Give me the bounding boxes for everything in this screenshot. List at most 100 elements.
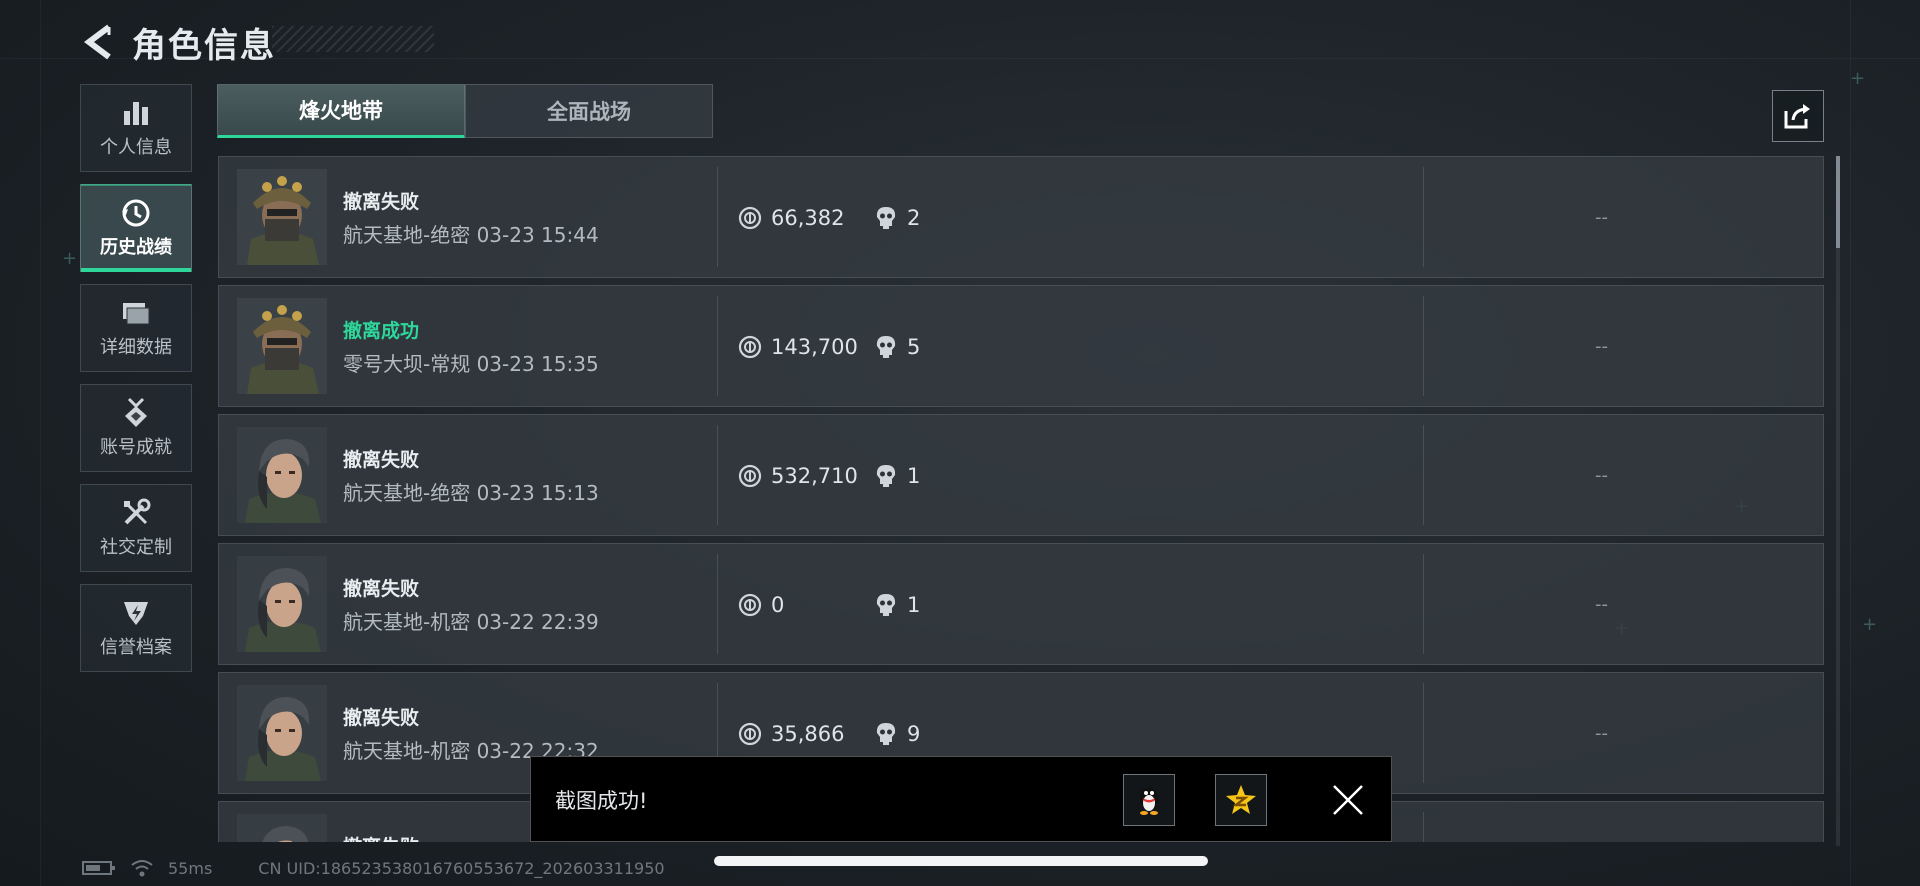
battery-icon — [82, 861, 115, 875]
operator-avatar — [237, 298, 327, 394]
extra-info: -- — [1595, 336, 1608, 357]
sidebar-item-label: 历史战绩 — [100, 237, 172, 258]
column-divider — [1423, 425, 1424, 525]
skull-icon — [873, 463, 899, 489]
kill-stat: 2 — [873, 205, 920, 231]
value-stat: 143,700 — [737, 334, 858, 360]
match-history-list: 撤离失败 航天基地-绝密 03-23 15:44 66,382 2 -- 撤离成功 零号大坝… — [218, 156, 1824, 842]
sidebar-item-personal-info[interactable]: 个人信息 — [80, 84, 192, 172]
ping-value: 55ms — [168, 858, 213, 878]
extraction-status: 撤离失败 — [343, 191, 420, 213]
status-footer: 55ms CN UID:18652353801676055367​2_20260… — [82, 856, 665, 880]
home-indicator[interactable] — [714, 856, 1208, 866]
share-button[interactable] — [1772, 90, 1824, 142]
medal-icon — [120, 397, 152, 429]
mode-tabs: 烽火地带 全面战场 — [217, 84, 713, 138]
value-stat: 66,382 — [737, 205, 844, 231]
uid-text: CN UID:18652353801676055367​2_2026033119… — [258, 858, 665, 878]
match-record-row[interactable]: 撤离失败航天基地-机密 03-22 22:39 0 1 -- — [218, 543, 1824, 665]
operator-avatar — [237, 685, 327, 781]
qzone-star-icon — [1226, 785, 1256, 814]
value-amount: 66,382 — [771, 206, 845, 230]
coin-icon — [737, 205, 763, 231]
skull-icon — [873, 592, 899, 618]
match-record-row[interactable]: 撤离成功 零号大坝-常规 03-23 15:35 143,700 5 -- — [218, 285, 1824, 407]
kill-count: 1 — [907, 464, 921, 488]
extra-info: -- — [1595, 594, 1608, 615]
sidebar-item-history[interactable]: 历史战绩 — [80, 184, 192, 272]
operator-avatar — [237, 556, 327, 652]
tab-full-battlefield[interactable]: 全面战场 — [465, 84, 713, 138]
history-clock-icon — [120, 197, 152, 229]
back-button[interactable] — [78, 22, 118, 62]
coin-icon — [737, 592, 763, 618]
column-divider — [717, 167, 718, 267]
extra-info: -- — [1595, 723, 1608, 744]
share-icon — [1784, 104, 1810, 129]
scrollbar[interactable] — [1836, 156, 1840, 846]
share-qq-button[interactable] — [1123, 774, 1175, 826]
column-divider — [1423, 812, 1424, 842]
sidebar-item-social[interactable]: 社交定制 — [80, 484, 192, 572]
back-arrow-icon — [84, 24, 111, 60]
page-title: 角色信息 — [132, 25, 276, 66]
shield-badge-icon — [120, 597, 152, 629]
close-icon — [1333, 785, 1363, 815]
match-time: 03-22 22:39 — [476, 610, 599, 634]
skull-icon — [873, 721, 899, 747]
map-and-time: 航天基地-绝密 03-23 15:44 — [343, 219, 599, 248]
column-divider — [717, 296, 718, 396]
tools-icon — [120, 497, 152, 529]
sidebar-item-reputation[interactable]: 信誉档案 — [80, 584, 192, 672]
match-time: 03-23 15:35 — [476, 352, 599, 376]
extra-info: -- — [1595, 465, 1608, 486]
column-divider — [717, 425, 718, 525]
map-name: 航天基地-绝密 — [343, 223, 471, 247]
sidebar-item-detail-data[interactable]: 详细数据 — [80, 284, 192, 372]
match-time: 03-23 15:44 — [476, 223, 599, 247]
extra-info: -- — [1595, 207, 1608, 228]
extraction-status: 撤离失败 — [343, 578, 420, 600]
toast-close-button[interactable] — [1327, 779, 1369, 821]
column-divider — [1423, 683, 1424, 783]
value-amount: 35,866 — [771, 722, 845, 746]
sidebar-item-label: 信誉档案 — [100, 637, 172, 658]
skull-icon — [873, 205, 899, 231]
extraction-status: 撤离失败 — [343, 832, 419, 842]
sidebar-item-label: 社交定制 — [100, 537, 172, 558]
qq-penguin-icon — [1140, 787, 1158, 815]
header: 角色信息 — [78, 16, 276, 68]
title-decoration — [272, 26, 434, 52]
coin-icon — [737, 463, 763, 489]
extraction-status: 撤离失败 — [343, 449, 420, 471]
map-and-time: 航天基地-机密 03-22 22:39 — [343, 606, 599, 635]
sidebar-item-label: 账号成就 — [100, 437, 172, 458]
coin-icon — [737, 721, 763, 747]
extraction-status: 撤离失败 — [343, 707, 420, 729]
share-qzone-button[interactable] — [1215, 774, 1267, 826]
sidebar-item-label: 详细数据 — [100, 337, 172, 358]
sidebar-item-label: 个人信息 — [100, 137, 172, 158]
match-record-row[interactable]: 撤离失败航天基地-绝密 03-23 15:44 66,382 2 -- — [218, 156, 1824, 278]
kill-count: 5 — [907, 335, 921, 359]
value-amount: 0 — [771, 593, 785, 617]
column-divider — [1423, 296, 1424, 396]
scrollbar-thumb[interactable] — [1836, 156, 1840, 248]
match-time: 03-23 15:13 — [476, 481, 599, 505]
column-divider — [717, 554, 718, 654]
kill-stat: 5 — [873, 334, 920, 360]
tab-beacon-zone[interactable]: 烽火地带 — [217, 84, 465, 138]
operator-avatar — [237, 427, 327, 523]
sidebar-item-achievements[interactable]: 账号成就 — [80, 384, 192, 472]
column-divider — [1423, 554, 1424, 654]
map-name: 航天基地-绝密 — [343, 481, 471, 505]
map-name: 航天基地-机密 — [343, 739, 471, 763]
map-name: 航天基地-机密 — [343, 610, 471, 634]
column-divider — [1423, 167, 1424, 267]
toast-message: 截图成功! — [555, 789, 648, 813]
kill-stat: 1 — [873, 592, 920, 618]
bar-chart-icon — [120, 97, 152, 129]
match-record-row[interactable]: 撤离失败 航天基地-绝密 03-23 15:13 532,710 1 -- — [218, 414, 1824, 536]
kill-stat: 1 — [873, 463, 920, 489]
kill-count: 9 — [907, 722, 921, 746]
